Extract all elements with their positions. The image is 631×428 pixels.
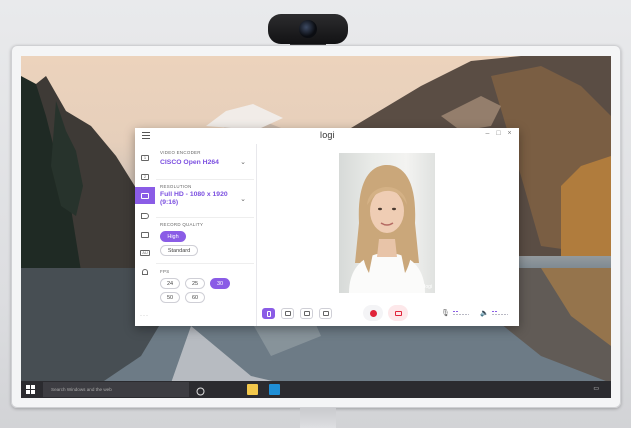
maximize-button[interactable]: □ — [493, 130, 504, 137]
picture-in-picture-button[interactable] — [300, 308, 313, 319]
hamburger-menu-icon[interactable] — [142, 131, 150, 139]
rail-dual-view[interactable]: 2 — [135, 168, 155, 185]
more-icon[interactable]: ··· — [140, 313, 149, 319]
chevron-down-icon[interactable]: ⌄ — [240, 195, 246, 203]
fps-60-option[interactable]: 60 — [185, 292, 205, 303]
task-view-icon[interactable] — [195, 384, 206, 396]
chevron-down-icon[interactable]: ⌄ — [240, 158, 246, 166]
side-by-side-icon — [322, 311, 329, 316]
rail-single-view[interactable]: 1 — [135, 149, 155, 166]
single-view-icon: 1 — [141, 154, 149, 161]
logi-capture-window: logi – □ × 1 2 AU ··· VIDEO ENCODER CISC… — [135, 128, 519, 326]
record-icon — [369, 309, 377, 317]
side-by-side-button[interactable] — [319, 308, 332, 319]
speaker-control[interactable]: 🔈 — [480, 309, 508, 317]
resolution-select[interactable]: Full HD - 1080 x 1920 (9:16) — [160, 191, 228, 207]
notification-icon[interactable]: ▭ — [593, 385, 599, 392]
resolution-aspect: (9:16) — [160, 199, 179, 206]
fps-50-option[interactable]: 50 — [160, 292, 180, 303]
rail-person[interactable] — [135, 263, 155, 280]
monitor-stand — [300, 408, 336, 428]
picture-in-picture-icon — [303, 311, 310, 316]
camera-preview: logi — [339, 153, 435, 293]
microphone-level-meter — [452, 309, 469, 317]
close-button[interactable]: × — [504, 130, 515, 137]
quality-standard-option[interactable]: Standard — [160, 245, 198, 256]
fps-24-option[interactable]: 24 — [160, 278, 180, 289]
quality-label: RECORD QUALITY — [160, 222, 204, 227]
desktop-screen: logi – □ × 1 2 AU ··· VIDEO ENCODER CISC… — [21, 56, 611, 398]
title-bar: logi – □ × — [135, 128, 519, 144]
settings-panel: VIDEO ENCODER CISCO Open H264 ⌄ RESOLUTI… — [156, 144, 257, 326]
adjustments-icon — [141, 231, 149, 238]
preview-person-image — [349, 165, 425, 293]
encoder-section: VIDEO ENCODER CISCO Open H264 ⌄ — [156, 144, 254, 180]
taskbar: Search Windows and the web ▭ — [21, 381, 611, 398]
taskbar-search-box[interactable]: Search Windows and the web — [43, 382, 189, 397]
speaker-icon: 🔈 — [480, 310, 489, 317]
record-button[interactable] — [363, 305, 383, 321]
webcam — [268, 14, 348, 44]
webcam-lens — [299, 20, 317, 38]
store-icon[interactable] — [269, 384, 280, 395]
start-button[interactable] — [26, 385, 35, 394]
camera-settings-icon — [141, 192, 149, 199]
preview-watermark: logi — [424, 284, 432, 290]
fps-label: FPS — [160, 269, 170, 274]
encoder-label: VIDEO ENCODER — [160, 150, 201, 155]
fps-section: FPS 24 25 30 50 60 — [156, 263, 254, 323]
portrait-layout-button[interactable] — [262, 308, 275, 319]
microphone-control[interactable]: 🎙 — [441, 309, 469, 317]
quality-section: RECORD QUALITY High Standard — [156, 217, 254, 264]
minimize-button[interactable]: – — [482, 130, 493, 137]
quality-high-option[interactable]: High — [160, 231, 186, 242]
fps-30-option[interactable]: 30 — [210, 278, 230, 289]
rail-audio[interactable] — [135, 207, 155, 224]
fps-25-option[interactable]: 25 — [185, 278, 205, 289]
auto-mode-icon: AU — [140, 249, 150, 256]
speaker-level-meter — [491, 309, 508, 317]
rail-camera-settings[interactable] — [135, 187, 155, 204]
resolution-section: RESOLUTION Full HD - 1080 x 1920 (9:16) … — [156, 179, 254, 218]
resolution-value: Full HD - 1080 x 1920 — [160, 191, 228, 198]
person-icon — [142, 268, 148, 275]
camera-icon — [394, 310, 402, 316]
portrait-layout-icon — [266, 310, 271, 317]
window-controls: – □ × — [482, 130, 515, 137]
dual-view-icon: 2 — [141, 173, 149, 180]
encoder-select[interactable]: CISCO Open H264 — [160, 159, 219, 167]
left-rail: 1 2 AU ··· — [135, 144, 155, 326]
rail-adjustments[interactable] — [135, 226, 155, 243]
landscape-layout-icon — [284, 311, 291, 316]
rail-auto-mode[interactable]: AU — [135, 244, 155, 261]
microphone-icon: 🎙 — [441, 310, 450, 317]
snapshot-button[interactable] — [388, 305, 408, 321]
resolution-label: RESOLUTION — [160, 184, 192, 189]
file-explorer-icon[interactable] — [247, 384, 258, 395]
audio-icon — [141, 212, 149, 219]
landscape-layout-button[interactable] — [281, 308, 294, 319]
logi-logo: logi — [320, 130, 335, 140]
